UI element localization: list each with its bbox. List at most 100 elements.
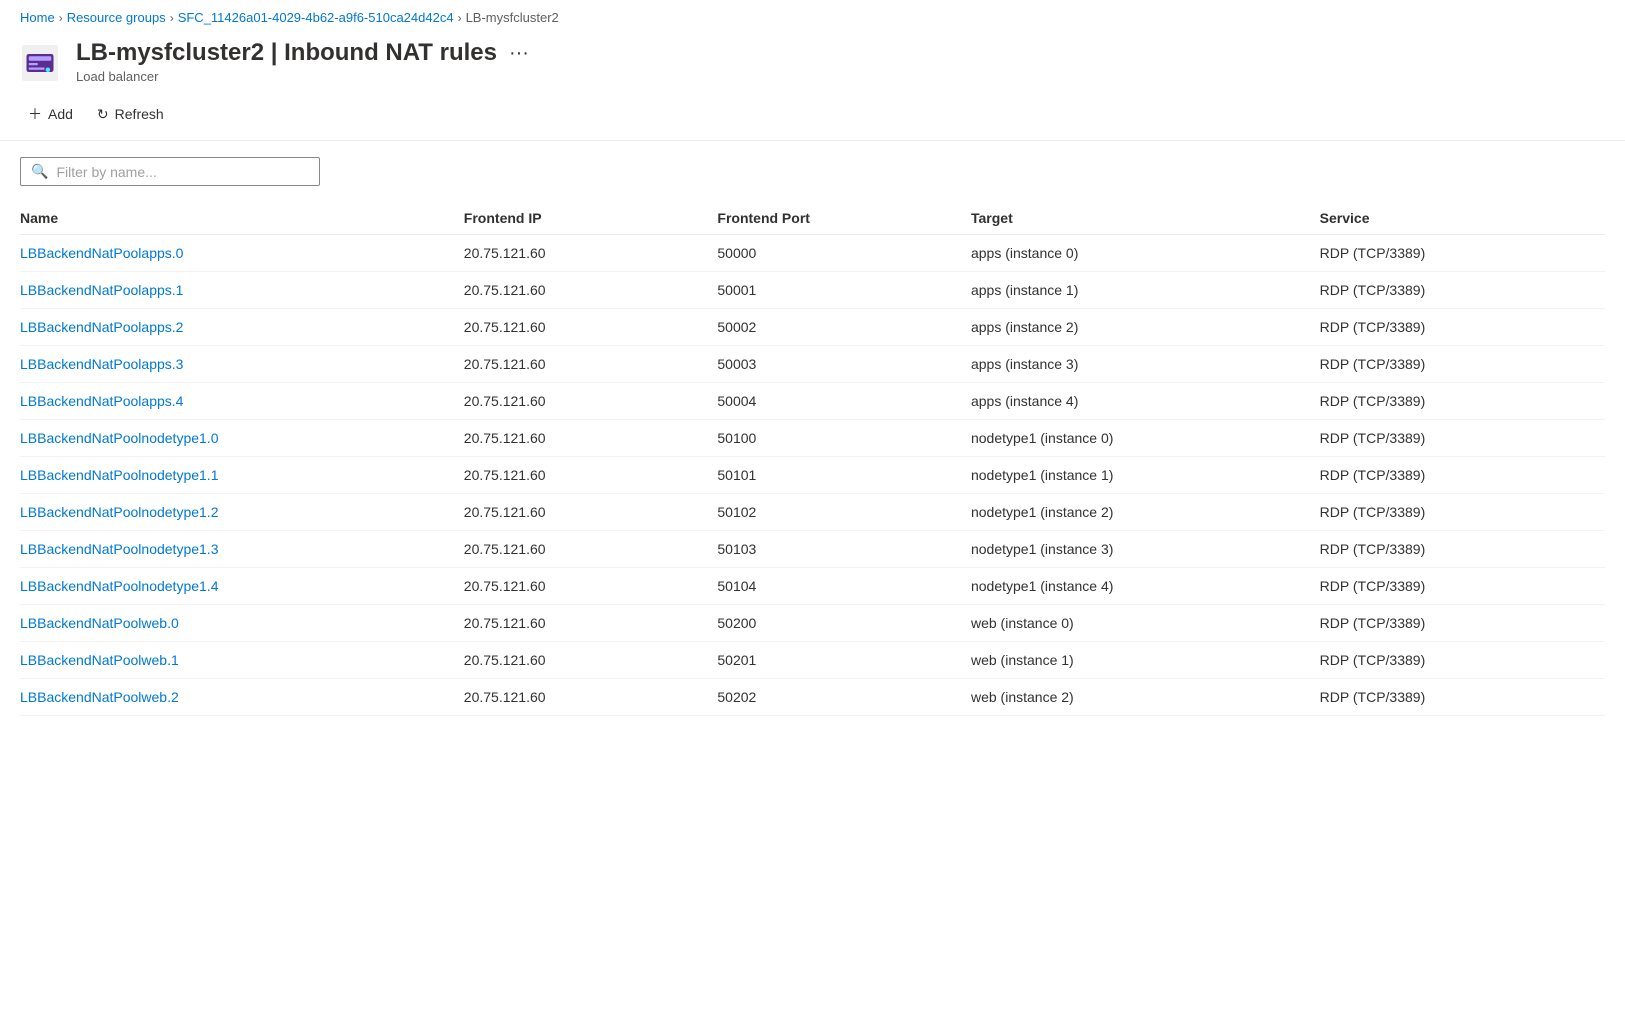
cell-target-3: apps (instance 3) [971, 346, 1320, 383]
add-icon: ＋ [28, 104, 42, 124]
cell-service-5: RDP (TCP/3389) [1320, 420, 1605, 457]
nat-rule-link-9[interactable]: LBBackendNatPoolnodetype1.4 [20, 578, 218, 594]
cell-service-12: RDP (TCP/3389) [1320, 679, 1605, 716]
cell-service-10: RDP (TCP/3389) [1320, 605, 1605, 642]
table-row: LBBackendNatPoolnodetype1.2 20.75.121.60… [20, 494, 1605, 531]
more-options-button[interactable]: ··· [505, 43, 533, 63]
cell-service-11: RDP (TCP/3389) [1320, 642, 1605, 679]
cell-target-2: apps (instance 2) [971, 309, 1320, 346]
cell-frontend-ip-5: 20.75.121.60 [464, 420, 718, 457]
page-header: LB-mysfcluster2 | Inbound NAT rules ··· … [0, 31, 1625, 88]
table-row: LBBackendNatPoolapps.4 20.75.121.60 5000… [20, 383, 1605, 420]
cell-service-9: RDP (TCP/3389) [1320, 568, 1605, 605]
toolbar: ＋ Add ↻ Refresh [0, 88, 1625, 141]
breadcrumb-sep-1: › [59, 11, 63, 25]
table-row: LBBackendNatPoolweb.0 20.75.121.60 50200… [20, 605, 1605, 642]
cell-frontend-port-5: 50100 [717, 420, 971, 457]
cell-frontend-ip-3: 20.75.121.60 [464, 346, 718, 383]
page-subtitle: Load balancer [76, 69, 533, 84]
filter-container: 🔍 [20, 157, 320, 186]
cell-frontend-port-1: 50001 [717, 272, 971, 309]
filter-search-icon: 🔍 [31, 163, 48, 180]
table-row: LBBackendNatPoolapps.1 20.75.121.60 5000… [20, 272, 1605, 309]
cell-service-8: RDP (TCP/3389) [1320, 531, 1605, 568]
cell-name-3: LBBackendNatPoolapps.3 [20, 346, 464, 383]
cell-service-1: RDP (TCP/3389) [1320, 272, 1605, 309]
filter-input[interactable] [56, 164, 309, 180]
page-title-text: LB-mysfcluster2 | Inbound NAT rules [76, 39, 497, 67]
nat-rule-link-8[interactable]: LBBackendNatPoolnodetype1.3 [20, 541, 218, 557]
cell-frontend-ip-1: 20.75.121.60 [464, 272, 718, 309]
cell-frontend-port-12: 50202 [717, 679, 971, 716]
cell-service-6: RDP (TCP/3389) [1320, 457, 1605, 494]
nat-rule-link-10[interactable]: LBBackendNatPoolweb.0 [20, 615, 179, 631]
nat-rule-link-6[interactable]: LBBackendNatPoolnodetype1.1 [20, 467, 218, 483]
cell-name-2: LBBackendNatPoolapps.2 [20, 309, 464, 346]
table-row: LBBackendNatPoolnodetype1.3 20.75.121.60… [20, 531, 1605, 568]
breadcrumb-sep-2: › [170, 11, 174, 25]
breadcrumb-resource-groups[interactable]: Resource groups [67, 10, 166, 25]
cell-service-2: RDP (TCP/3389) [1320, 309, 1605, 346]
col-header-service: Service [1320, 202, 1605, 235]
nat-rule-link-3[interactable]: LBBackendNatPoolapps.3 [20, 356, 183, 372]
cell-name-9: LBBackendNatPoolnodetype1.4 [20, 568, 464, 605]
cell-service-7: RDP (TCP/3389) [1320, 494, 1605, 531]
cell-frontend-ip-12: 20.75.121.60 [464, 679, 718, 716]
cell-frontend-ip-7: 20.75.121.60 [464, 494, 718, 531]
cell-name-12: LBBackendNatPoolweb.2 [20, 679, 464, 716]
table-row: LBBackendNatPoolweb.2 20.75.121.60 50202… [20, 679, 1605, 716]
cell-frontend-port-2: 50002 [717, 309, 971, 346]
col-header-frontend-port: Frontend Port [717, 202, 971, 235]
cell-frontend-port-8: 50103 [717, 531, 971, 568]
nat-rules-table: Name Frontend IP Frontend Port Target Se… [20, 202, 1605, 716]
table-row: LBBackendNatPoolnodetype1.1 20.75.121.60… [20, 457, 1605, 494]
cell-frontend-port-6: 50101 [717, 457, 971, 494]
cell-frontend-ip-6: 20.75.121.60 [464, 457, 718, 494]
table-row: LBBackendNatPoolapps.3 20.75.121.60 5000… [20, 346, 1605, 383]
col-header-frontend-ip: Frontend IP [464, 202, 718, 235]
cell-target-4: apps (instance 4) [971, 383, 1320, 420]
breadcrumb-home[interactable]: Home [20, 10, 55, 25]
cell-name-10: LBBackendNatPoolweb.0 [20, 605, 464, 642]
table-row: LBBackendNatPoolapps.0 20.75.121.60 5000… [20, 235, 1605, 272]
cell-name-1: LBBackendNatPoolapps.1 [20, 272, 464, 309]
table-row: LBBackendNatPoolapps.2 20.75.121.60 5000… [20, 309, 1605, 346]
cell-target-8: nodetype1 (instance 3) [971, 531, 1320, 568]
cell-name-6: LBBackendNatPoolnodetype1.1 [20, 457, 464, 494]
nat-rule-link-4[interactable]: LBBackendNatPoolapps.4 [20, 393, 183, 409]
nat-rule-link-12[interactable]: LBBackendNatPoolweb.2 [20, 689, 179, 705]
cell-name-8: LBBackendNatPoolnodetype1.3 [20, 531, 464, 568]
add-button[interactable]: ＋ Add [20, 100, 81, 128]
breadcrumb-sep-3: › [458, 11, 462, 25]
nat-rule-link-1[interactable]: LBBackendNatPoolapps.1 [20, 282, 183, 298]
nat-rule-link-7[interactable]: LBBackendNatPoolnodetype1.2 [20, 504, 218, 520]
cell-name-11: LBBackendNatPoolweb.1 [20, 642, 464, 679]
breadcrumb-resource-group[interactable]: SFC_11426a01-4029-4b62-a9f6-510ca24d42c4 [178, 10, 454, 25]
refresh-icon: ↻ [97, 106, 109, 123]
cell-frontend-ip-11: 20.75.121.60 [464, 642, 718, 679]
cell-frontend-port-3: 50003 [717, 346, 971, 383]
breadcrumb: Home › Resource groups › SFC_11426a01-40… [0, 0, 1625, 31]
cell-target-11: web (instance 1) [971, 642, 1320, 679]
cell-name-4: LBBackendNatPoolapps.4 [20, 383, 464, 420]
cell-target-12: web (instance 2) [971, 679, 1320, 716]
nat-rule-link-2[interactable]: LBBackendNatPoolapps.2 [20, 319, 183, 335]
cell-name-0: LBBackendNatPoolapps.0 [20, 235, 464, 272]
table-row: LBBackendNatPoolnodetype1.4 20.75.121.60… [20, 568, 1605, 605]
nat-rule-link-5[interactable]: LBBackendNatPoolnodetype1.0 [20, 430, 218, 446]
nat-rule-link-11[interactable]: LBBackendNatPoolweb.1 [20, 652, 179, 668]
cell-frontend-port-0: 50000 [717, 235, 971, 272]
cell-frontend-ip-8: 20.75.121.60 [464, 531, 718, 568]
add-label: Add [48, 106, 73, 122]
cell-frontend-ip-2: 20.75.121.60 [464, 309, 718, 346]
cell-target-7: nodetype1 (instance 2) [971, 494, 1320, 531]
cell-target-9: nodetype1 (instance 4) [971, 568, 1320, 605]
cell-frontend-ip-10: 20.75.121.60 [464, 605, 718, 642]
nat-rule-link-0[interactable]: LBBackendNatPoolapps.0 [20, 245, 183, 261]
cell-target-1: apps (instance 1) [971, 272, 1320, 309]
breadcrumb-current: LB-mysfcluster2 [466, 10, 559, 25]
content-area: 🔍 Name Frontend IP Frontend Port Target … [0, 141, 1625, 732]
refresh-button[interactable]: ↻ Refresh [89, 102, 172, 127]
cell-service-4: RDP (TCP/3389) [1320, 383, 1605, 420]
table-row: LBBackendNatPoolweb.1 20.75.121.60 50201… [20, 642, 1605, 679]
